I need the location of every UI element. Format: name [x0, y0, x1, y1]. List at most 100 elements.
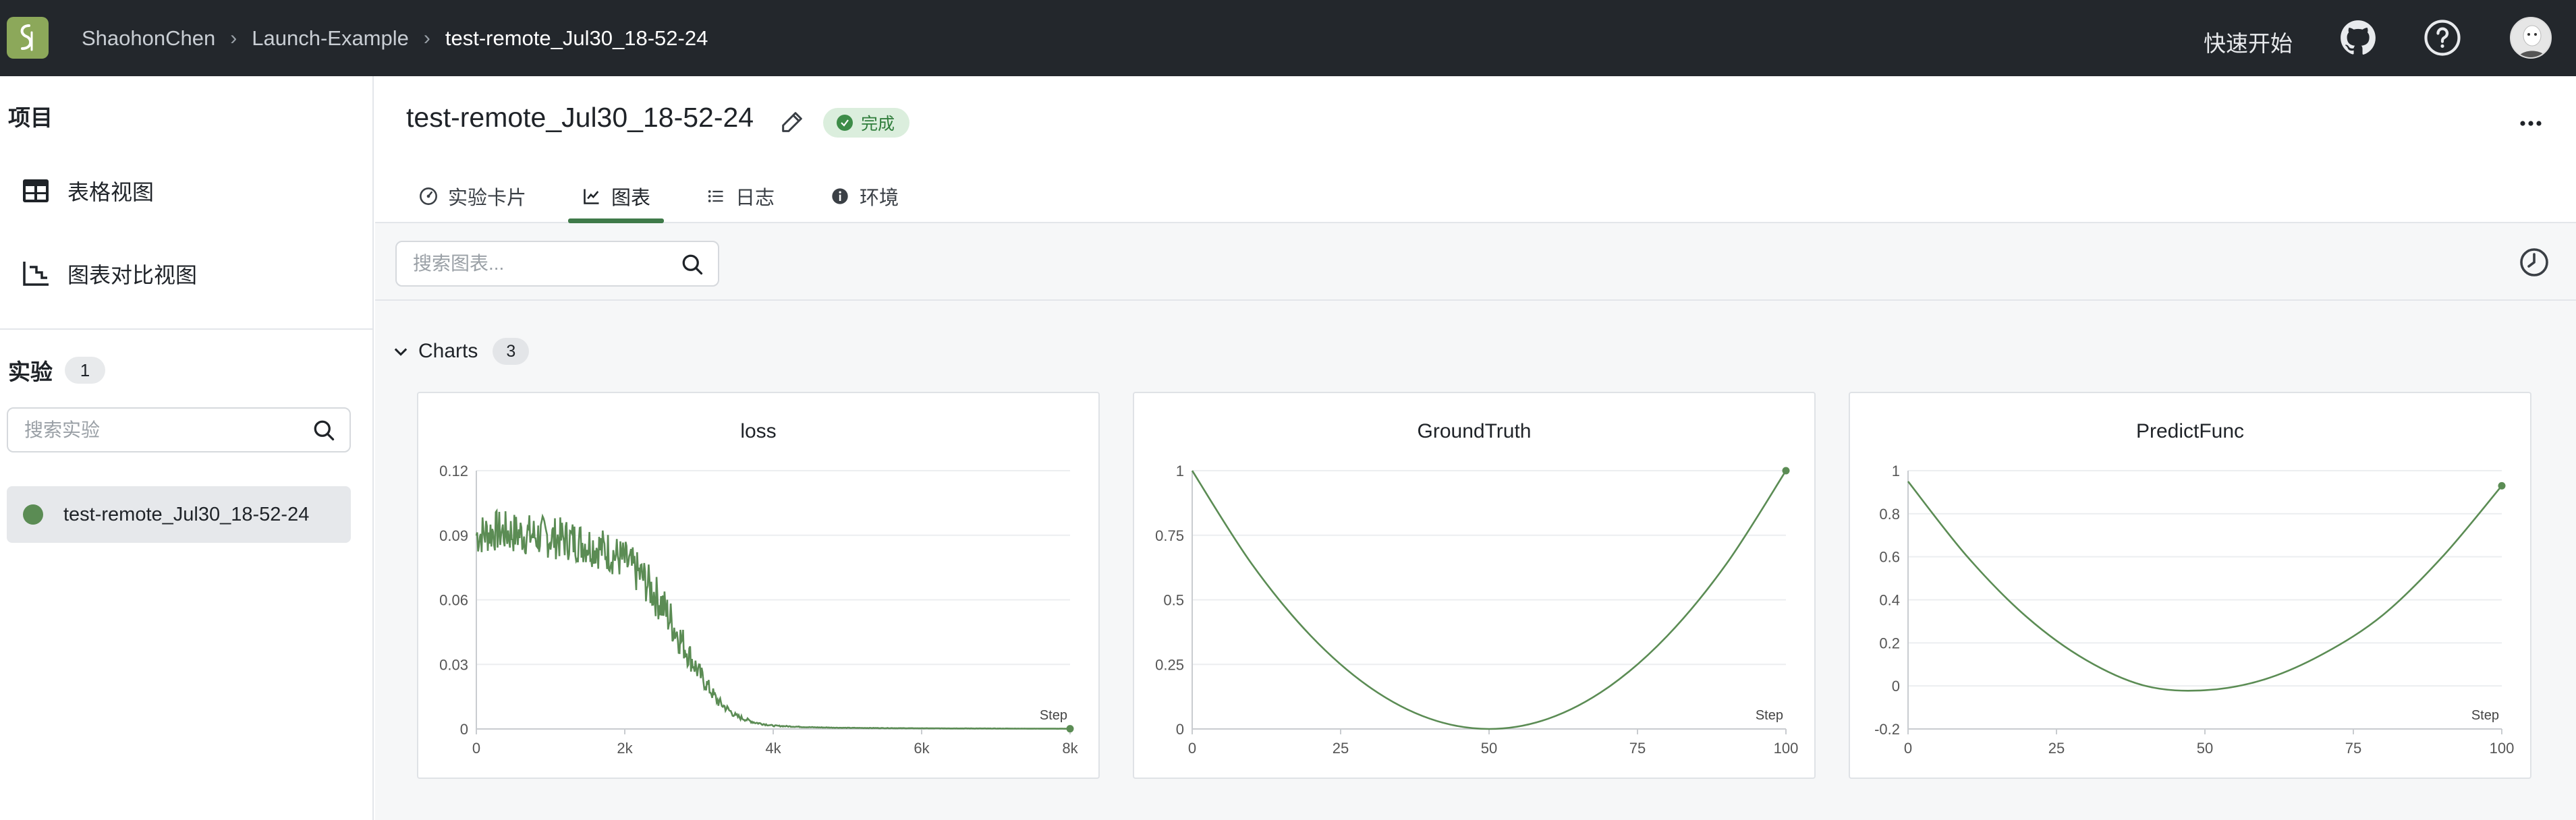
y-tick-label: 0.6 — [1879, 549, 1900, 566]
x-tick-label: 0 — [472, 740, 480, 757]
chevron-down-icon[interactable] — [391, 342, 410, 361]
sidebar-item-chart-compare[interactable]: 图表对比视图 — [20, 250, 197, 297]
tab-label: 实验卡片 — [448, 187, 527, 209]
main-content: test-remote_Jul30_18-52-24 完成 实验卡片 图表 日志… — [375, 76, 2576, 820]
charts-toolbar — [375, 223, 2576, 301]
y-tick-label: 0.8 — [1879, 506, 1900, 523]
tab-charts[interactable]: 图表 — [568, 169, 665, 223]
x-tick-label: 100 — [2490, 740, 2515, 757]
x-tick-label: 50 — [2197, 740, 2213, 757]
tab-environment[interactable]: 环境 — [816, 169, 912, 223]
chevron-right-icon: › — [230, 26, 237, 49]
page-title: test-remote_Jul30_18-52-24 — [406, 102, 754, 133]
breadcrumb-experiment[interactable]: test-remote_Jul30_18-52-24 — [445, 26, 708, 51]
y-tick-label: -0.2 — [1874, 721, 1900, 738]
series-endpoint — [1782, 467, 1790, 475]
logo-icon — [20, 24, 33, 51]
chart-card-groundtruth[interactable]: GroundTruth 0 0.25 0.5 0.75 1 0 25 50 75 100 Step — [1133, 392, 1816, 779]
experiment-color-dot[interactable] — [23, 504, 43, 525]
app-logo[interactable] — [7, 17, 49, 59]
avatar[interactable] — [2510, 17, 2552, 59]
chart-group-name: Charts — [418, 340, 478, 362]
experiments-heading: 实验 1 — [8, 354, 105, 386]
top-bar: ShaohonChen › Launch-Example › test-remo… — [0, 0, 2576, 76]
x-tick-label: 100 — [1774, 740, 1799, 757]
experiment-search[interactable] — [7, 407, 351, 452]
y-tick-label: 0.5 — [1163, 592, 1184, 609]
status-label: 完成 — [861, 115, 895, 134]
search-icon[interactable] — [312, 418, 336, 442]
tab-logs[interactable]: 日志 — [692, 169, 788, 223]
y-tick-label: 0.75 — [1155, 527, 1184, 544]
experiment-search-input[interactable] — [24, 419, 294, 441]
x-tick-label: 25 — [1333, 740, 1349, 757]
chart-card-loss[interactable]: loss 0 0.03 0.06 0.09 0.12 0 2k 4k 6k 8k Step — [417, 392, 1100, 779]
edit-icon[interactable] — [779, 109, 806, 136]
github-icon[interactable] — [2339, 18, 2378, 57]
breadcrumb-user[interactable]: ShaohonChen — [82, 26, 215, 51]
tab-label: 环境 — [860, 187, 899, 209]
series-line — [475, 508, 1071, 730]
x-tick-label: 0 — [1188, 740, 1196, 757]
breadcrumb-project[interactable]: Launch-Example — [252, 26, 409, 51]
sidebar-item-label: 图表对比视图 — [67, 263, 198, 287]
y-tick-label: 0.03 — [439, 656, 468, 673]
x-tick-label: 75 — [2345, 740, 2361, 757]
search-icon[interactable] — [680, 252, 704, 276]
tab-experiment-card[interactable]: 实验卡片 — [405, 169, 540, 223]
y-tick-label: 0.25 — [1155, 656, 1184, 673]
chart-compare-icon — [20, 258, 51, 289]
tab-label: 图表 — [611, 187, 651, 209]
x-tick-label: 6k — [914, 740, 930, 757]
tab-bar: 实验卡片 图表 日志 环境 — [405, 169, 941, 223]
help-icon[interactable] — [2423, 18, 2462, 57]
x-tick-label: 4k — [765, 740, 781, 757]
y-tick-label: 0.4 — [1879, 592, 1900, 609]
y-tick-label: 0 — [460, 721, 468, 738]
x-tick-label: 0 — [1904, 740, 1912, 757]
experiments-count-badge: 1 — [65, 357, 105, 384]
check-circle-icon — [837, 115, 853, 131]
chart-search[interactable] — [395, 241, 719, 287]
loss-chart: 0 0.03 0.06 0.09 0.12 0 2k 4k 6k 8k Step — [439, 463, 1078, 757]
chart-group-count: 3 — [493, 338, 530, 365]
chart-group-header[interactable]: Charts 3 — [391, 336, 530, 366]
x-tick-label: 8k — [1062, 740, 1078, 757]
experiment-list-item[interactable]: test-remote_Jul30_18-52-24 — [7, 486, 351, 543]
sidebar-divider — [0, 328, 372, 330]
sidebar: 项目 表格视图 图表对比视图 实验 1 test-remote_Jul30_18… — [0, 76, 374, 820]
y-tick-label: 0.09 — [439, 527, 468, 544]
chevron-right-icon: › — [423, 26, 430, 49]
x-tick-label: 25 — [2048, 740, 2065, 757]
history-icon[interactable] — [2518, 246, 2550, 279]
sidebar-item-table-view[interactable]: 表格视图 — [20, 167, 154, 214]
charts-panel: Charts 3 loss 00.030.060.090.1202k4k6k8k… — [375, 223, 2576, 820]
more-options-icon[interactable] — [2514, 110, 2548, 137]
dashboard-icon — [418, 186, 439, 206]
line-chart-icon — [582, 186, 602, 206]
y-tick-label: 0 — [1176, 721, 1184, 738]
tab-label: 日志 — [735, 187, 775, 209]
groundtruth-chart: 0 0.25 0.5 0.75 1 0 25 50 75 100 Step — [1155, 463, 1799, 757]
x-tick-label: 75 — [1629, 740, 1646, 757]
breadcrumb: ShaohonChen › Launch-Example › test-remo… — [82, 0, 708, 76]
experiments-heading-label: 实验 — [8, 359, 53, 384]
sidebar-item-label: 表格视图 — [67, 180, 155, 204]
status-badge: 完成 — [823, 108, 910, 138]
chart-card-predictfunc[interactable]: PredictFunc -0.2 0 0.2 0.4 0.6 0.8 1 0 25 50 75 100… — [1849, 392, 2531, 779]
quick-start-link[interactable]: 快速开始 — [2204, 26, 2293, 58]
y-tick-label: 0.2 — [1879, 635, 1900, 651]
x-axis-label: Step — [1040, 708, 1067, 723]
y-tick-label: 1 — [1176, 463, 1184, 479]
x-axis-label: Step — [1756, 708, 1783, 723]
x-tick-label: 50 — [1481, 740, 1497, 757]
x-tick-label: 2k — [617, 740, 633, 757]
y-tick-label: 0.12 — [439, 463, 468, 479]
predictfunc-chart: -0.200.20.40.60.810 25 50 75 100Step — [1874, 463, 2515, 757]
list-icon — [706, 186, 726, 206]
chart-search-input[interactable] — [413, 253, 669, 274]
experiment-header: test-remote_Jul30_18-52-24 完成 实验卡片 图表 日志… — [375, 76, 2576, 223]
table-icon — [20, 175, 51, 206]
y-tick-label: 0.06 — [439, 592, 468, 609]
y-tick-label: 1 — [1892, 463, 1900, 479]
